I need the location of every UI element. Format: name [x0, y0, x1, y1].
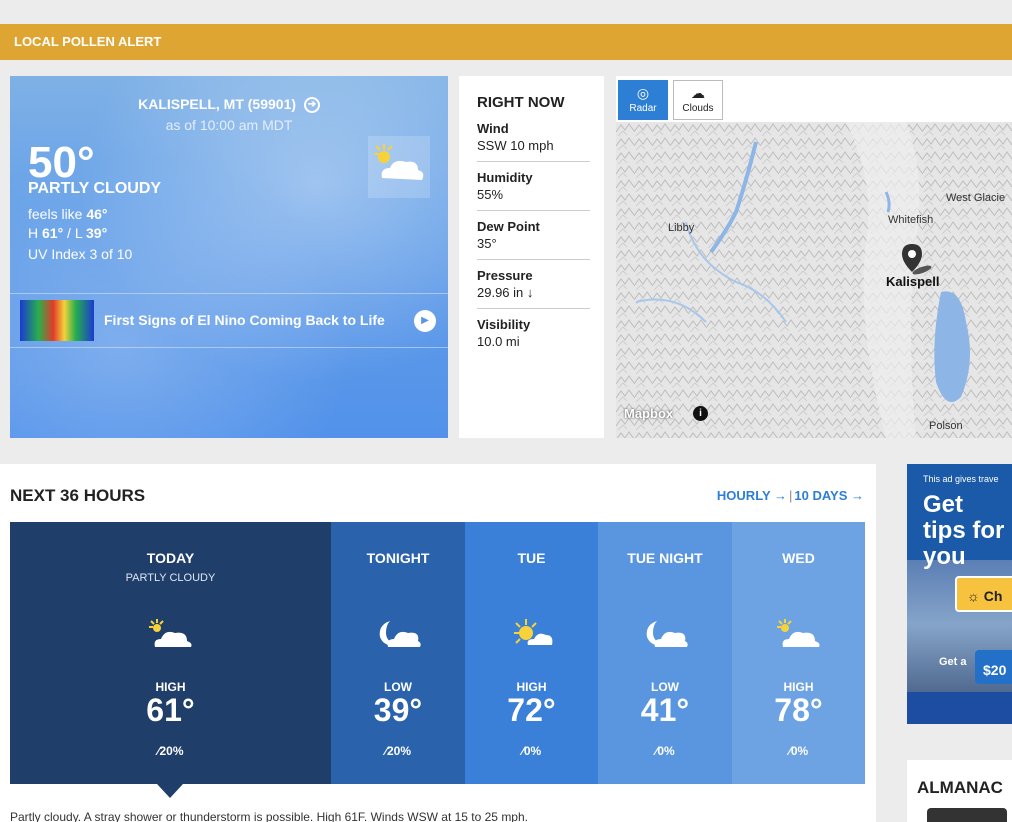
- forecast-period-wed[interactable]: WED HIGH 78° ⁄0%: [732, 522, 865, 784]
- visibility-item: Visibility 10.0 mi: [477, 317, 531, 349]
- forecast-periods: TODAY PARTLY CLOUDY HIGH 61° ⁄20% TONIGH…: [10, 522, 865, 784]
- mapbox-logo[interactable]: Mapbox: [624, 406, 673, 421]
- map-label-west-glacier: West Glacie: [946, 192, 1006, 204]
- forecast-period-tue[interactable]: TUE HIGH 72° ⁄0%: [465, 522, 598, 784]
- ad-headline: Get tips for you: [923, 491, 1005, 570]
- map-label-polson: Polson: [929, 420, 963, 432]
- map-canvas[interactable]: Libby Whitefish West Glacie Kalispell Po…: [616, 122, 1012, 438]
- sun-icon: ☼: [967, 588, 980, 604]
- radar-icon: ◎: [636, 85, 650, 101]
- almanac-module: ALMANAC: [907, 760, 1012, 822]
- ad-cta-button[interactable]: ☼ Ch: [955, 576, 1012, 612]
- right-now-title: RIGHT NOW: [477, 94, 565, 111]
- uv-index: UV Index 3 of 10: [28, 246, 133, 262]
- humidity-item: Humidity 55%: [477, 170, 590, 211]
- wind-item: Wind SSW 10 mph: [477, 121, 590, 162]
- calendar-icon: [927, 808, 1007, 822]
- current-phrase: PARTLY CLOUDY: [28, 180, 162, 197]
- next-36-hours-module: NEXT 36 HOURS HOURLY → | 10 DAYS → TODAY P…: [0, 464, 876, 822]
- partly-cloudy-icon: [368, 136, 430, 198]
- info-icon[interactable]: i: [693, 406, 708, 421]
- map-label-whitefish: Whitefish: [888, 214, 934, 226]
- play-icon[interactable]: ▶: [414, 310, 436, 332]
- pressure-item: Pressure 29.96 in ↓: [477, 268, 590, 309]
- advertisement[interactable]: This ad gives trave Get tips for you ☼ C…: [907, 464, 1012, 724]
- current-conditions-card: KALISPELL, MT (59901) ➔ as of 10:00 am M…: [10, 76, 448, 438]
- pollen-alert-bar[interactable]: LOCAL POLLEN ALERT: [0, 24, 1012, 60]
- right-now-panel: RIGHT NOW Wind SSW 10 mph Humidity 55% D…: [459, 76, 604, 438]
- dew-point-item: Dew Point 35°: [477, 219, 590, 260]
- clouds-icon: ☁: [691, 85, 705, 101]
- forecast-period-today[interactable]: TODAY PARTLY CLOUDY HIGH 61° ⁄20%: [10, 522, 331, 784]
- partly-cloudy-icon: [775, 617, 823, 651]
- location-arrow-icon[interactable]: ➔: [303, 97, 320, 114]
- video-promo[interactable]: First Signs of El Nino Coming Back to Li…: [10, 293, 448, 348]
- almanac-title: ALMANAC: [917, 778, 1003, 797]
- feels-like: feels like 46°: [28, 206, 108, 222]
- pollen-alert-label: LOCAL POLLEN ALERT: [14, 34, 162, 49]
- ten-days-link[interactable]: 10 DAYS →: [794, 488, 864, 503]
- sunny-icon: [508, 617, 556, 651]
- partly-cloudy-icon: [147, 617, 195, 651]
- high-low: H 61° / L 39°: [28, 225, 108, 241]
- map-label-kalispell: Kalispell: [886, 274, 940, 289]
- hourly-link[interactable]: HOURLY →: [717, 488, 787, 503]
- forecast-narrative: Partly cloudy. A stray shower or thunder…: [10, 810, 528, 822]
- selected-period-caret: [157, 784, 183, 798]
- forecast-title: NEXT 36 HOURS: [10, 486, 146, 505]
- partly-cloudy-night-icon: [641, 617, 689, 651]
- radar-map-panel: ◎ Radar ☁ Clouds Libby Whitefish West Gl…: [616, 76, 1012, 438]
- video-thumbnail[interactable]: [20, 300, 94, 341]
- gift-card: $20: [975, 650, 1012, 684]
- partly-cloudy-night-icon: [374, 617, 422, 651]
- clouds-button[interactable]: ☁ Clouds: [673, 80, 723, 120]
- map-label-libby: Libby: [668, 222, 695, 234]
- forecast-period-tonight[interactable]: TONIGHT LOW 39° ⁄20%: [331, 522, 465, 784]
- forecast-period-tue-night[interactable]: TUE NIGHT LOW 41° ⁄0%: [598, 522, 732, 784]
- observation-time: as of 10:00 am MDT: [165, 117, 293, 133]
- location-title[interactable]: KALISPELL, MT (59901) ➔: [10, 96, 448, 114]
- video-title[interactable]: First Signs of El Nino Coming Back to Li…: [104, 312, 385, 328]
- radar-button[interactable]: ◎ Radar: [618, 80, 668, 120]
